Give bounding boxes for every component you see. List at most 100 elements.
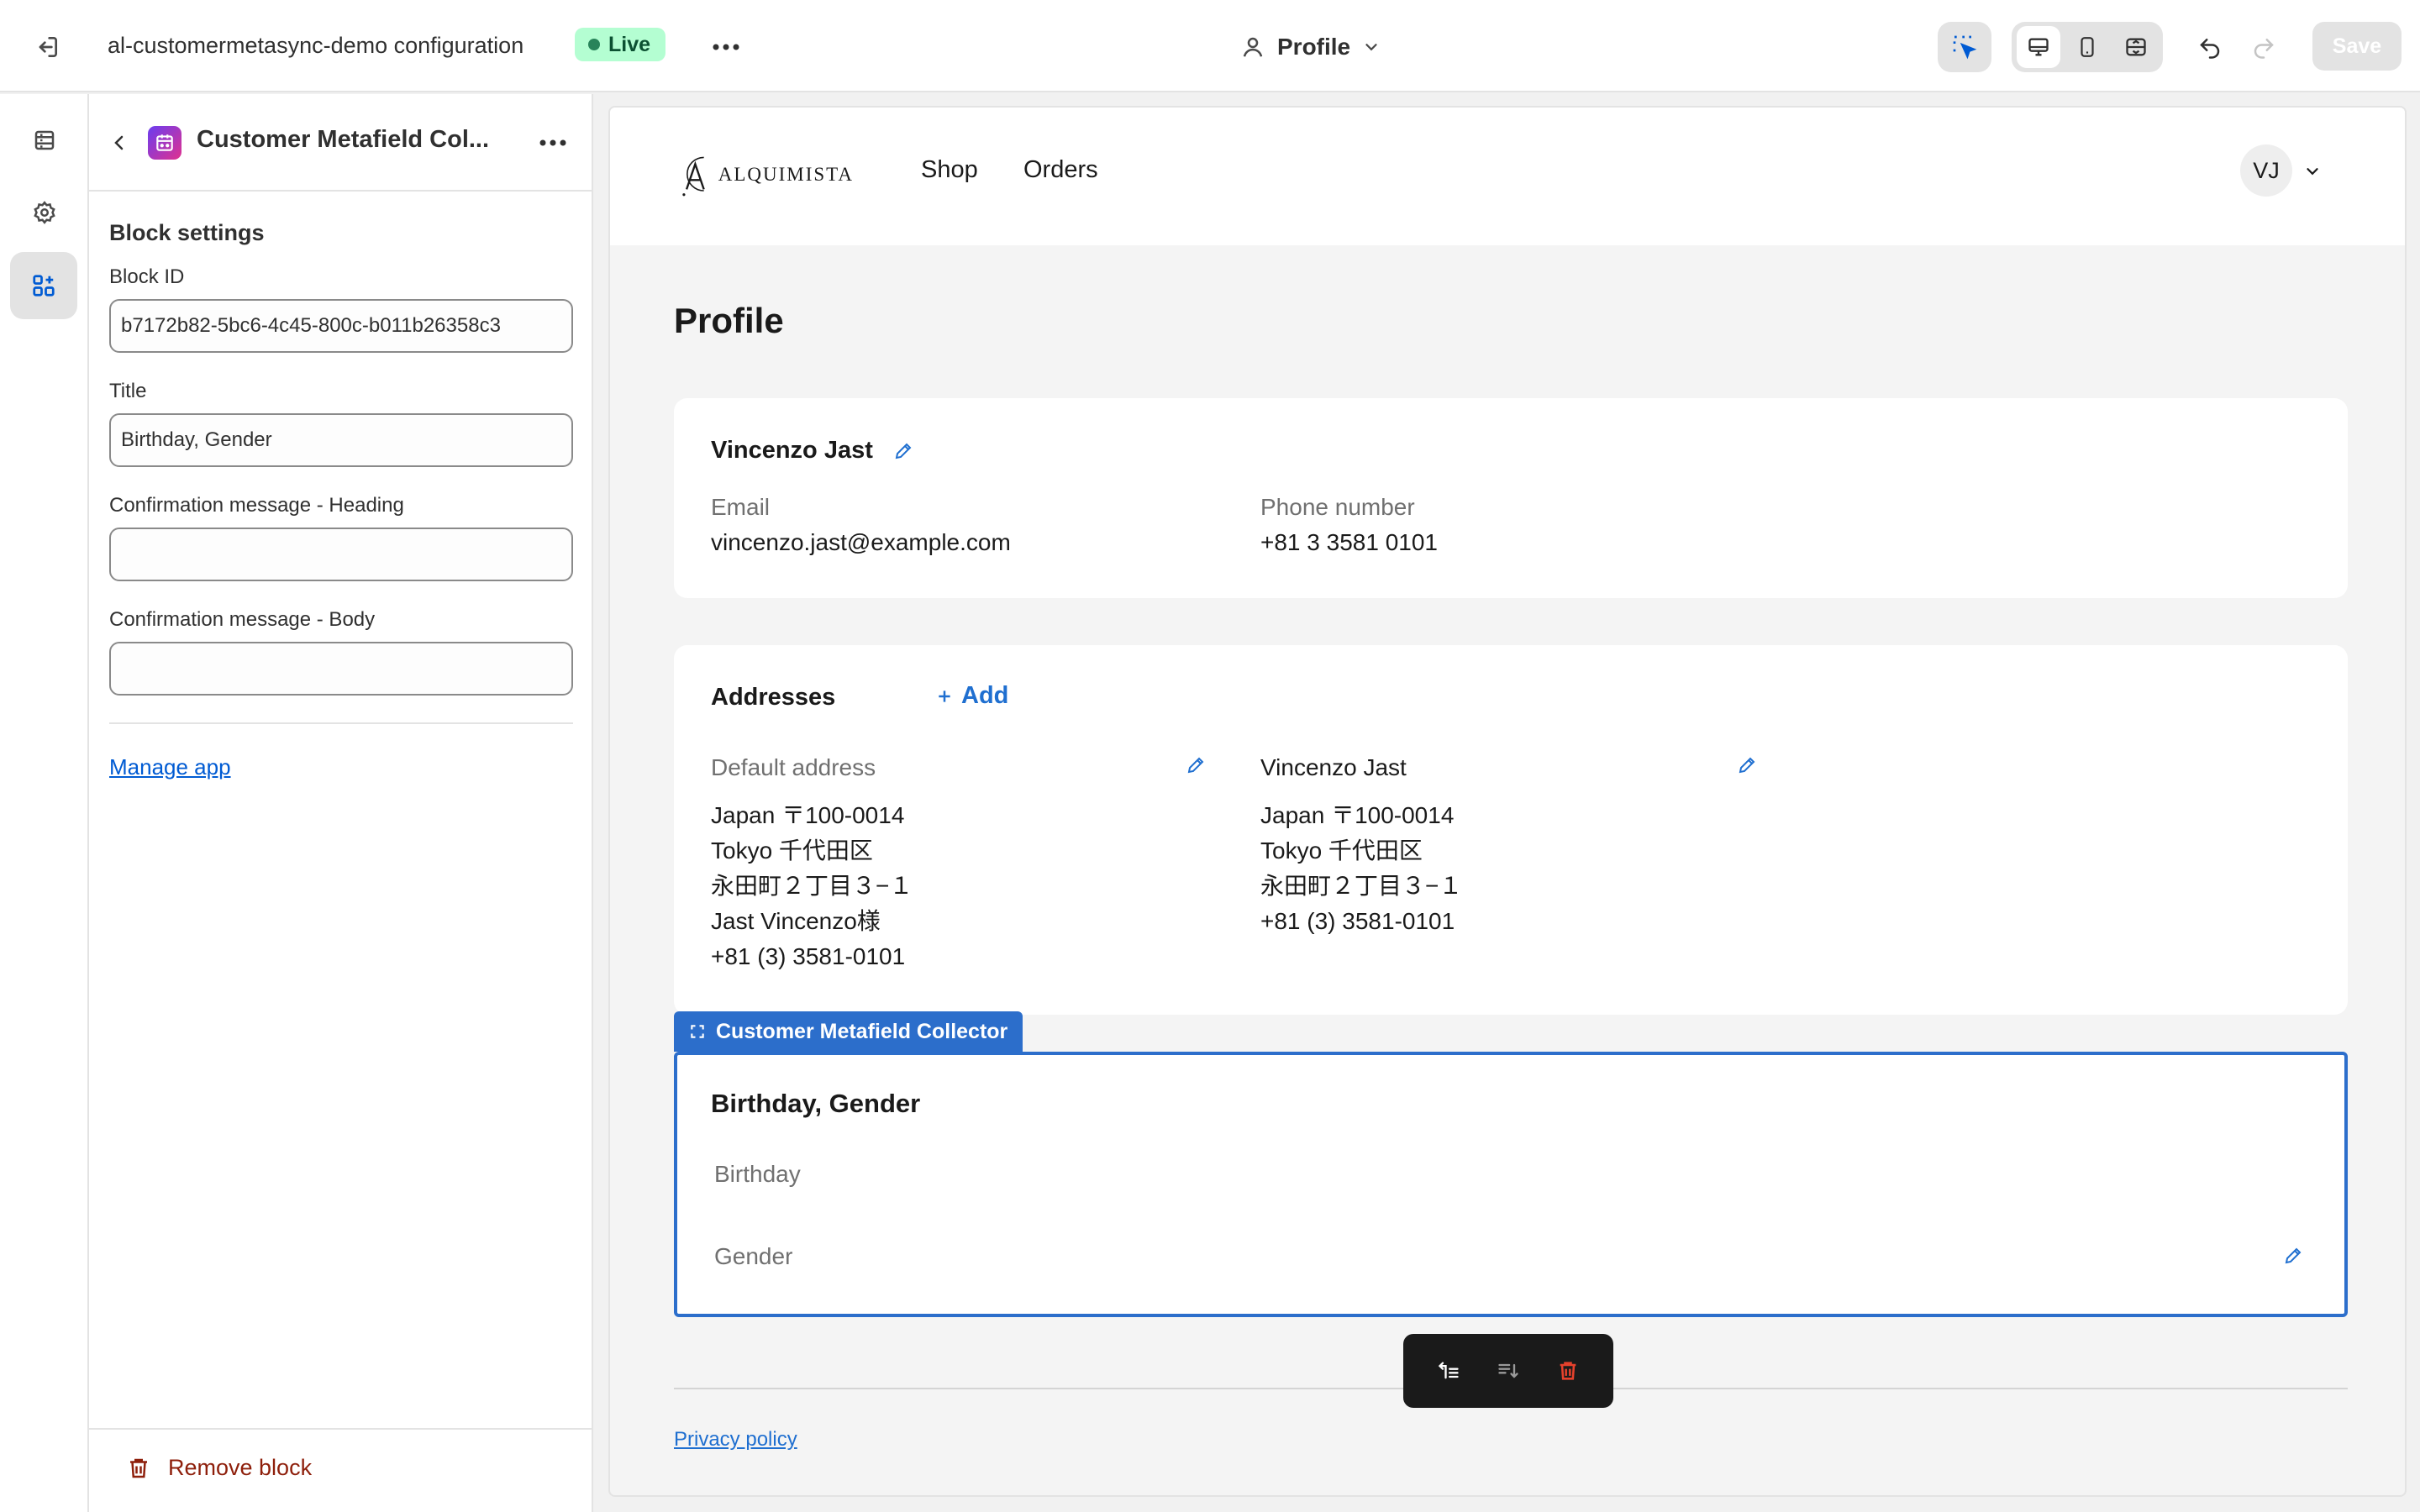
panel-more-button[interactable]: [531, 124, 575, 161]
move-up-icon: [1438, 1362, 1459, 1379]
move-up-button[interactable]: [1425, 1347, 1472, 1394]
customer-name: Vincenzo Jast: [711, 437, 873, 464]
panel-title: Customer Metafield Col...: [197, 126, 490, 153]
panel-divider: [109, 722, 573, 724]
viewport-switcher: [2012, 22, 2163, 72]
ellipsis-icon: [713, 44, 739, 50]
address-line: Japan 〒100-0014: [1260, 802, 1455, 828]
birthday-label: Birthday: [714, 1161, 801, 1187]
left-rail: [0, 94, 89, 1512]
addresses-heading: Addresses: [711, 684, 836, 711]
template-selector[interactable]: Profile: [1240, 29, 1381, 66]
inspector-toggle-button[interactable]: [1938, 22, 1991, 72]
sections-button[interactable]: [22, 118, 67, 163]
manage-app-link[interactable]: Manage app: [109, 754, 231, 780]
pencil-icon: [1739, 757, 1755, 774]
app-logo-icon: [148, 126, 182, 160]
live-badge-label: Live: [608, 32, 651, 56]
page-title: Profile: [674, 301, 784, 340]
address-line: +81 (3) 3581-0101: [1260, 908, 1455, 934]
confirmation-heading-label: Confirmation message - Heading: [109, 494, 404, 517]
gear-icon: [34, 201, 55, 224]
title-label: Title: [109, 380, 147, 402]
app-embeds-button[interactable]: [10, 252, 77, 319]
template-selector-label: Profile: [1277, 34, 1351, 60]
redo-button[interactable]: [2242, 25, 2286, 69]
nav-orders[interactable]: Orders: [1023, 156, 1098, 184]
address-line: Tokyo 千代田区: [1260, 837, 1423, 864]
block-frame-icon: [691, 1025, 704, 1038]
desktop-icon: [2028, 38, 2049, 56]
add-address-button[interactable]: Add: [936, 682, 1008, 710]
save-button[interactable]: Save: [2312, 22, 2402, 71]
trash-icon: [130, 1458, 147, 1478]
chevron-down-icon: [1365, 44, 1377, 51]
store-logo[interactable]: ALQUIMISTA: [677, 144, 854, 205]
confirmation-heading-input[interactable]: [109, 528, 573, 581]
desktop-view-button[interactable]: [2017, 26, 2060, 68]
confirmation-body-label: Confirmation message - Body: [109, 608, 376, 631]
theme-settings-button[interactable]: [22, 190, 67, 235]
gender-label: Gender: [714, 1243, 793, 1269]
chevron-down-icon: [2307, 168, 2318, 176]
store-brand: ALQUIMISTA: [718, 164, 854, 185]
metafield-collector-block[interactable]: Birthday, Gender Birthday Gender: [674, 1052, 2348, 1317]
email-value: vincenzo.jast@example.com: [711, 529, 1011, 555]
remove-block-label: Remove block: [168, 1455, 313, 1480]
block-id-label: Block ID: [109, 265, 185, 288]
top-bar: al-customermetasync-demo configuration L…: [0, 0, 2420, 92]
confirmation-body-input[interactable]: [109, 642, 573, 696]
back-button[interactable]: [101, 124, 138, 161]
account-avatar[interactable]: VJ: [2240, 144, 2292, 197]
email-label: Email: [711, 494, 771, 520]
undo-icon: [2200, 39, 2220, 59]
nav-shop[interactable]: Shop: [921, 156, 978, 184]
pencil-icon: [1187, 757, 1204, 774]
edit-default-address-button[interactable]: [1181, 751, 1210, 780]
edit-second-address-button[interactable]: [1733, 751, 1761, 780]
plus-icon: [939, 690, 950, 702]
store-header: ALQUIMISTA Shop Orders VJ: [610, 108, 2405, 245]
chevron-left-icon: [114, 135, 124, 150]
second-address-block: Japan 〒100-0014 Tokyo 千代田区 永田町２丁目３−１ +81…: [1260, 798, 1462, 939]
address-line: Tokyo 千代田区: [711, 837, 873, 864]
block-settings-panel: Customer Metafield Col... Block settings…: [89, 94, 593, 1512]
move-down-button[interactable]: [1485, 1347, 1532, 1394]
phone-label: Phone number: [1260, 494, 1415, 520]
live-dot-icon: [588, 39, 600, 50]
sections-icon: [34, 130, 55, 150]
add-address-label: Add: [961, 682, 1009, 709]
fullscreen-view-button[interactable]: [2114, 26, 2158, 68]
expand-icon: [2126, 38, 2146, 56]
select-cursor-icon: [1953, 35, 1977, 60]
delete-block-button[interactable]: [1544, 1347, 1591, 1394]
block-floating-toolbar: [1403, 1334, 1613, 1408]
default-address-block: Japan 〒100-0014 Tokyo 千代田区 永田町２丁目３−１ Jas…: [711, 798, 913, 974]
selected-block-tag[interactable]: Customer Metafield Collector: [674, 1011, 1023, 1052]
exit-icon[interactable]: [25, 25, 69, 69]
panel-footer: Remove block: [89, 1428, 592, 1512]
edit-customer-button[interactable]: [889, 437, 918, 465]
title-input[interactable]: [109, 413, 573, 467]
address-line: 永田町２丁目３−１: [711, 873, 913, 899]
pencil-icon: [2285, 1247, 2302, 1264]
remove-block-button[interactable]: Remove block: [126, 1455, 312, 1481]
block-settings-heading: Block settings: [109, 220, 265, 245]
address-line: Japan 〒100-0014: [711, 802, 905, 828]
theme-title: al-customermetasync-demo configuration: [108, 33, 524, 58]
block-id-input[interactable]: [109, 299, 573, 353]
phone-value: +81 3 3581 0101: [1260, 529, 1438, 555]
more-actions-button[interactable]: [704, 25, 748, 69]
undo-button[interactable]: [2188, 25, 2232, 69]
edit-metafields-button[interactable]: [2279, 1242, 2307, 1270]
default-address-label: Default address: [711, 754, 876, 780]
trash-icon: [1560, 1362, 1576, 1380]
mobile-icon: [2081, 37, 2094, 57]
privacy-policy-link[interactable]: Privacy policy: [674, 1428, 797, 1452]
account-menu-chevron[interactable]: [2301, 160, 2324, 183]
alquimista-logo-icon: [682, 156, 705, 197]
apps-icon: [33, 275, 55, 297]
person-icon: [1243, 37, 1263, 57]
mobile-view-button[interactable]: [2065, 26, 2109, 68]
selected-block-tag-label: Customer Metafield Collector: [716, 1019, 1008, 1043]
